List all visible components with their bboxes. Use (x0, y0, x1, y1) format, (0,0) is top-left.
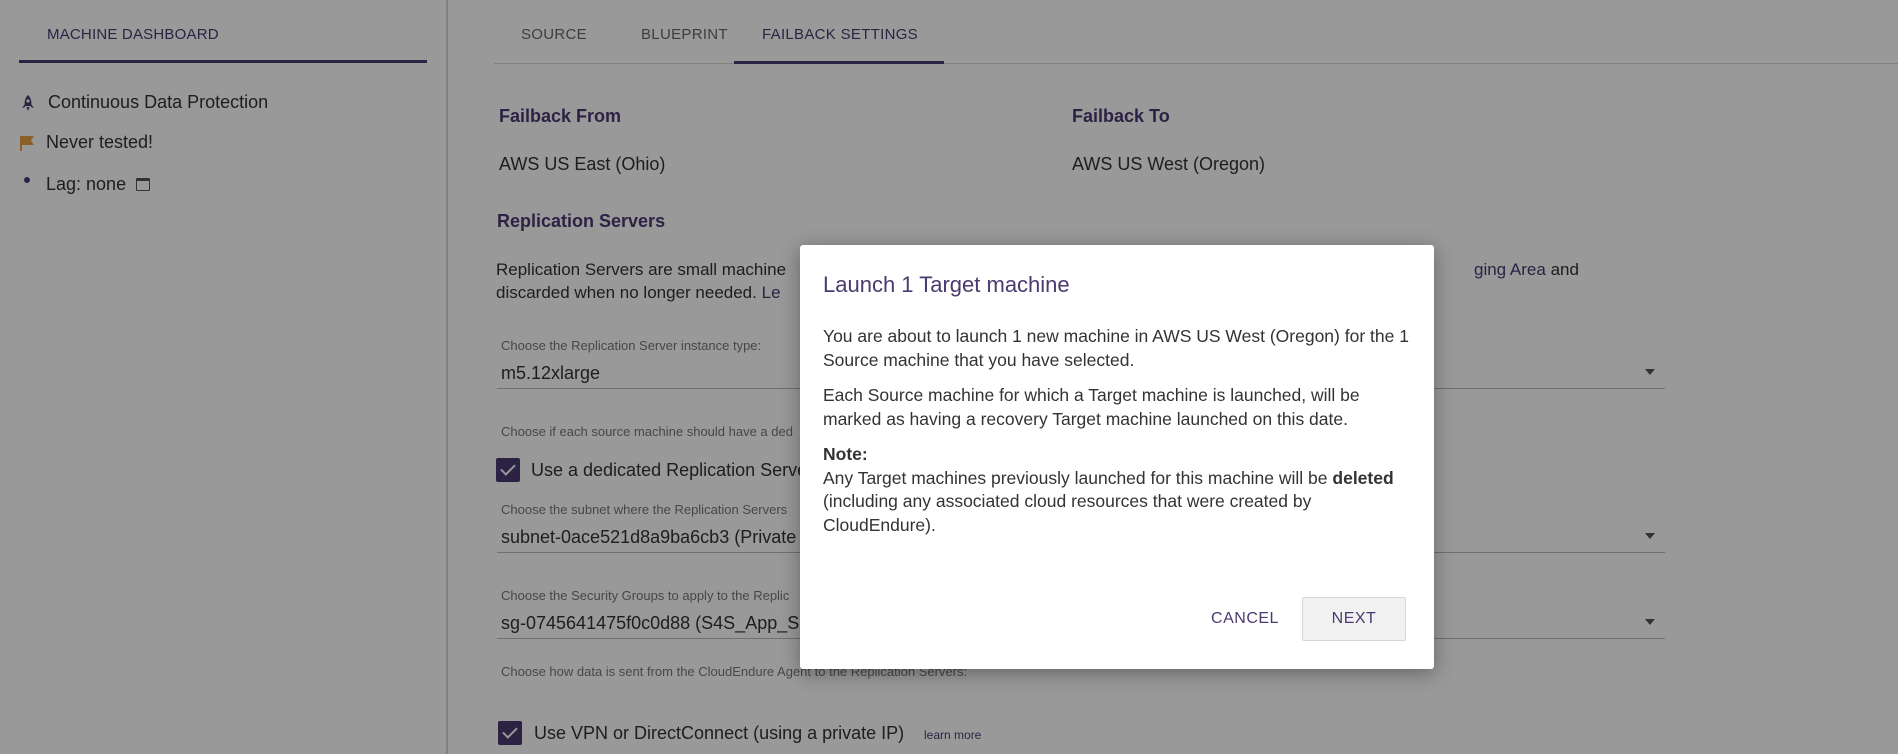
dialog-note: Note: Any Target machines previously lau… (823, 443, 1415, 537)
dialog-paragraph-2: Each Source machine for which a Target m… (823, 385, 1360, 429)
cancel-button[interactable]: CANCEL (1204, 597, 1286, 641)
dialog-note-pre: Any Target machines previously launched … (823, 467, 1333, 488)
dialog-note-bold: deleted (1332, 467, 1394, 488)
next-button[interactable]: NEXT (1302, 597, 1406, 641)
dialog-body: You are about to launch 1 new machine in… (823, 325, 1415, 537)
dialog-paragraph-1: You are about to launch 1 new machine in… (823, 326, 1409, 370)
launch-target-dialog: Launch 1 Target machine You are about to… (800, 245, 1434, 669)
dialog-note-post: (including any associated cloud resource… (823, 491, 1312, 535)
dialog-note-label: Note: (823, 444, 868, 464)
dialog-title: Launch 1 Target machine (823, 272, 1070, 297)
